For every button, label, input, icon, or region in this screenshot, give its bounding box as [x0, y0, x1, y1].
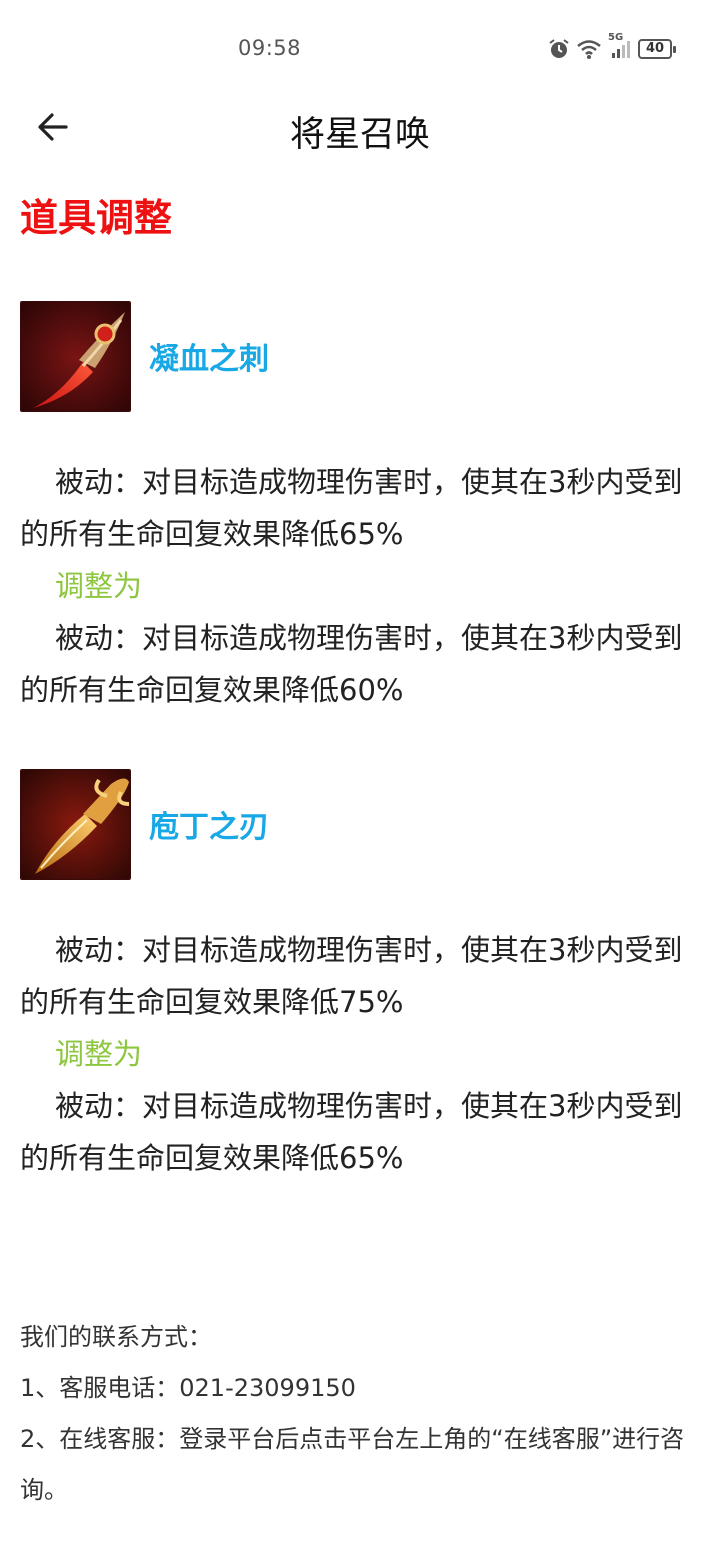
item-header: 凝血之刺 [20, 300, 700, 412]
contact-info: 我们的联系方式： 1、客服电话：021-23099150 2、在线客服：登录平台… [20, 1312, 710, 1516]
article-content: 道具调整 凝血之刺 被动：对目标造成物理伤害时，使其在3秒内受到的所有生命回复效… [20, 190, 700, 1184]
signal-icon: 5G [608, 32, 632, 60]
adjust-label: 调整为 [55, 1037, 143, 1071]
status-icons: 5G 40 [548, 32, 676, 62]
battery-icon: 40 [638, 39, 676, 59]
contact-online-service: 2、在线客服：登录平台后点击平台左上角的“在线客服”进行咨询。 [20, 1425, 685, 1504]
item-block: 凝血之刺 被动：对目标造成物理伤害时，使其在3秒内受到的所有生命回复效果降低65… [20, 300, 700, 716]
item-before-text: 被动：对目标造成物理伤害时，使其在3秒内受到的所有生命回复效果降低65% [20, 465, 683, 551]
item-name: 庖丁之刃 [149, 810, 269, 845]
contact-phone: 1、客服电话：021-23099150 [20, 1374, 356, 1402]
alarm-icon [548, 38, 570, 60]
wifi-icon [576, 38, 602, 60]
status-bar: 09:58 5G 40 [0, 0, 720, 96]
page-title: 将星召唤 [289, 115, 430, 155]
adjust-label: 调整为 [55, 569, 143, 603]
item-name: 凝血之刺 [149, 342, 269, 377]
item-after-text: 被动：对目标造成物理伤害时，使其在3秒内受到的所有生命回复效果降低65% [20, 1089, 683, 1175]
network-type-label: 5G [608, 32, 624, 43]
item-block: 庖丁之刃 被动：对目标造成物理伤害时，使其在3秒内受到的所有生命回复效果降低75… [20, 768, 700, 1184]
item-after-text: 被动：对目标造成物理伤害时，使其在3秒内受到的所有生命回复效果降低60% [20, 621, 683, 707]
butcher-blade-icon [20, 768, 131, 880]
nav-bar: 将星召唤 [0, 96, 720, 160]
item-header: 庖丁之刃 [20, 768, 700, 880]
contact-heading: 我们的联系方式： [20, 1323, 212, 1351]
item-before-text: 被动：对目标造成物理伤害时，使其在3秒内受到的所有生命回复效果降低75% [20, 933, 683, 1019]
status-time: 09:58 [238, 36, 302, 60]
section-title: 道具调整 [20, 196, 173, 240]
blood-thorn-dagger-icon [20, 300, 131, 412]
